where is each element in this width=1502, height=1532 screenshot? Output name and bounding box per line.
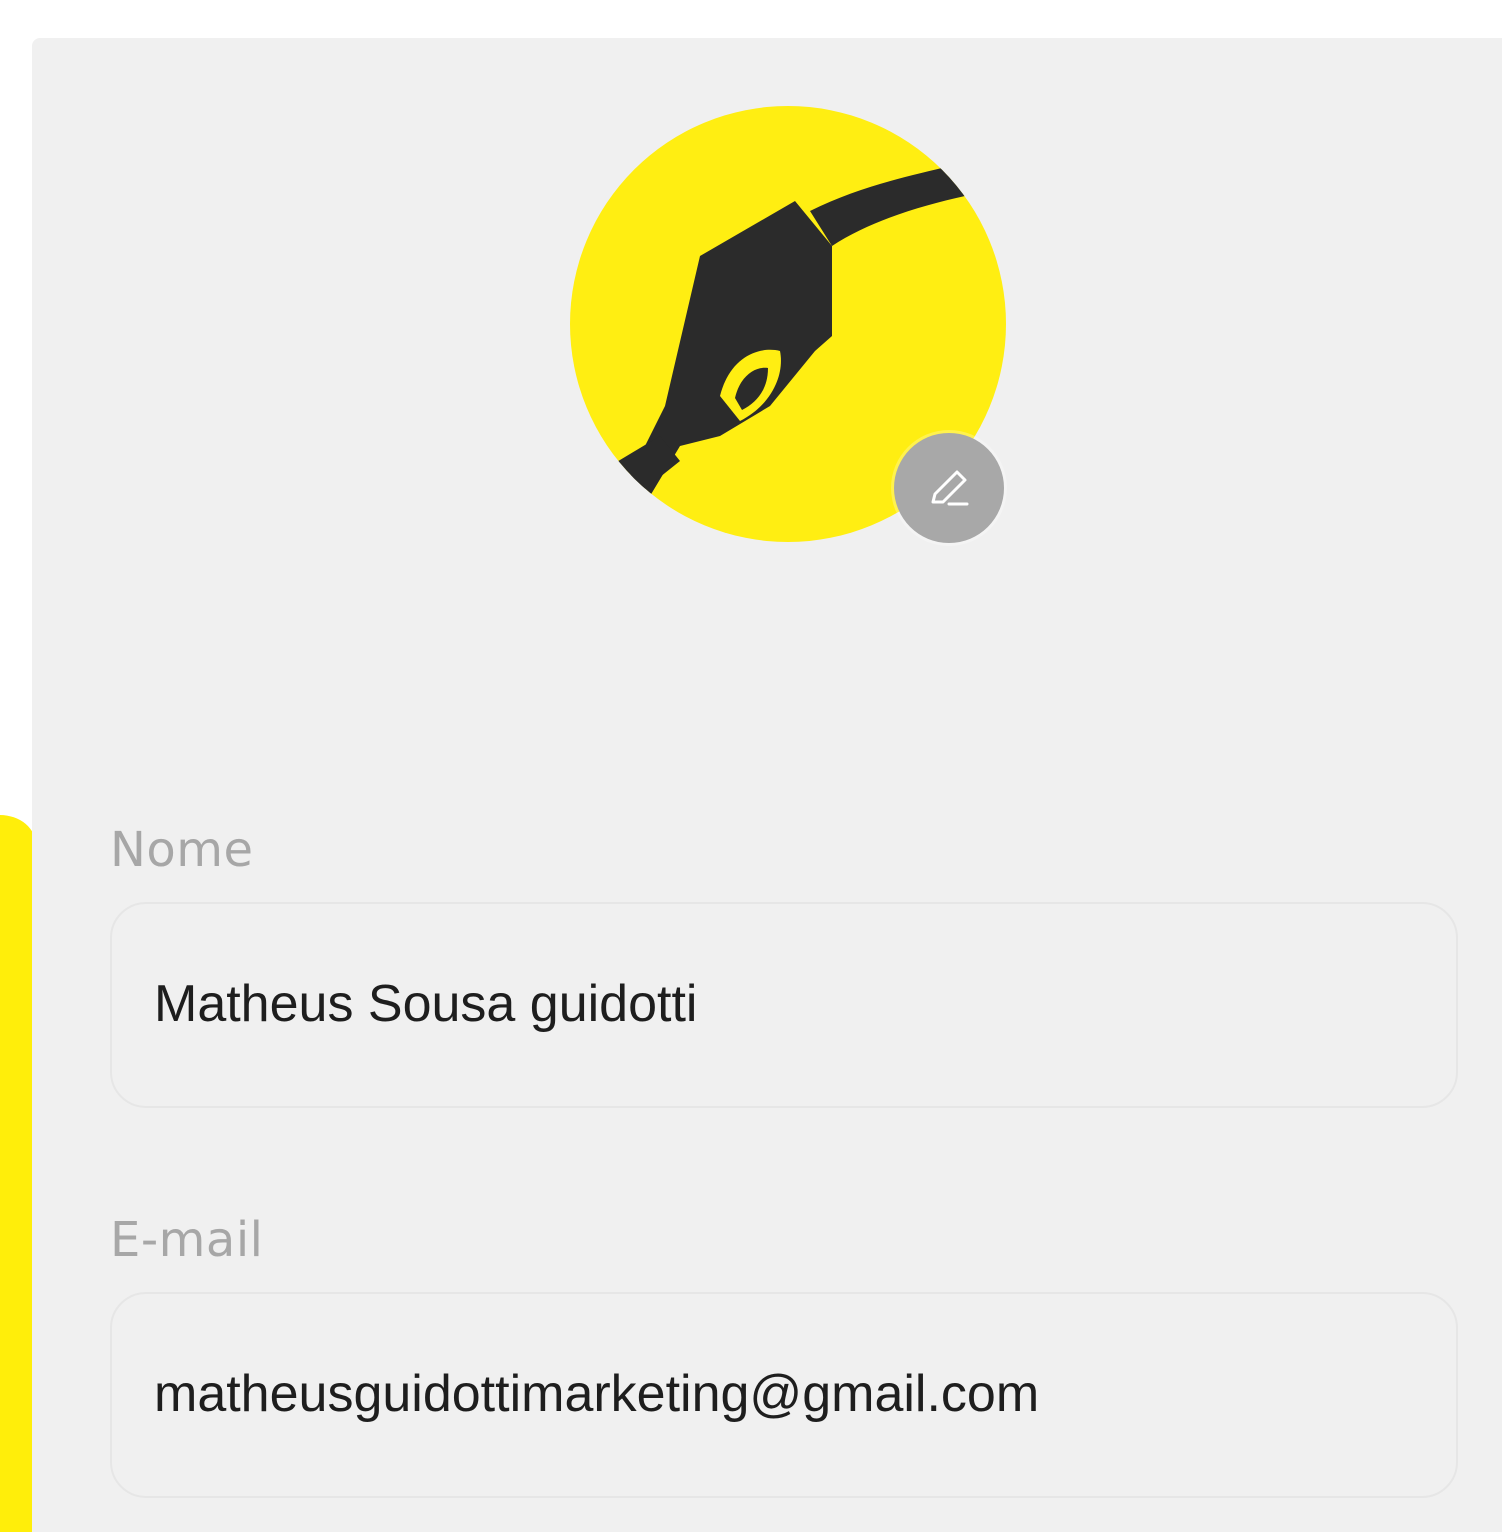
name-value[interactable]: Matheus Sousa guidotti — [154, 974, 697, 1034]
email-field[interactable]: matheusguidottimarketing@gmail.com — [110, 1292, 1458, 1498]
name-label: Nome — [110, 822, 254, 878]
name-field[interactable]: Matheus Sousa guidotti — [110, 902, 1458, 1108]
left-accent-stripe — [0, 815, 36, 1532]
profile-panel: Nome Matheus Sousa guidotti E-mail mathe… — [32, 38, 1502, 1532]
email-value[interactable]: matheusguidottimarketing@gmail.com — [154, 1364, 1039, 1424]
email-label: E-mail — [110, 1212, 264, 1268]
avatar-container — [570, 106, 1006, 543]
edit-avatar-button[interactable] — [894, 433, 1004, 543]
pencil-icon — [931, 470, 969, 506]
